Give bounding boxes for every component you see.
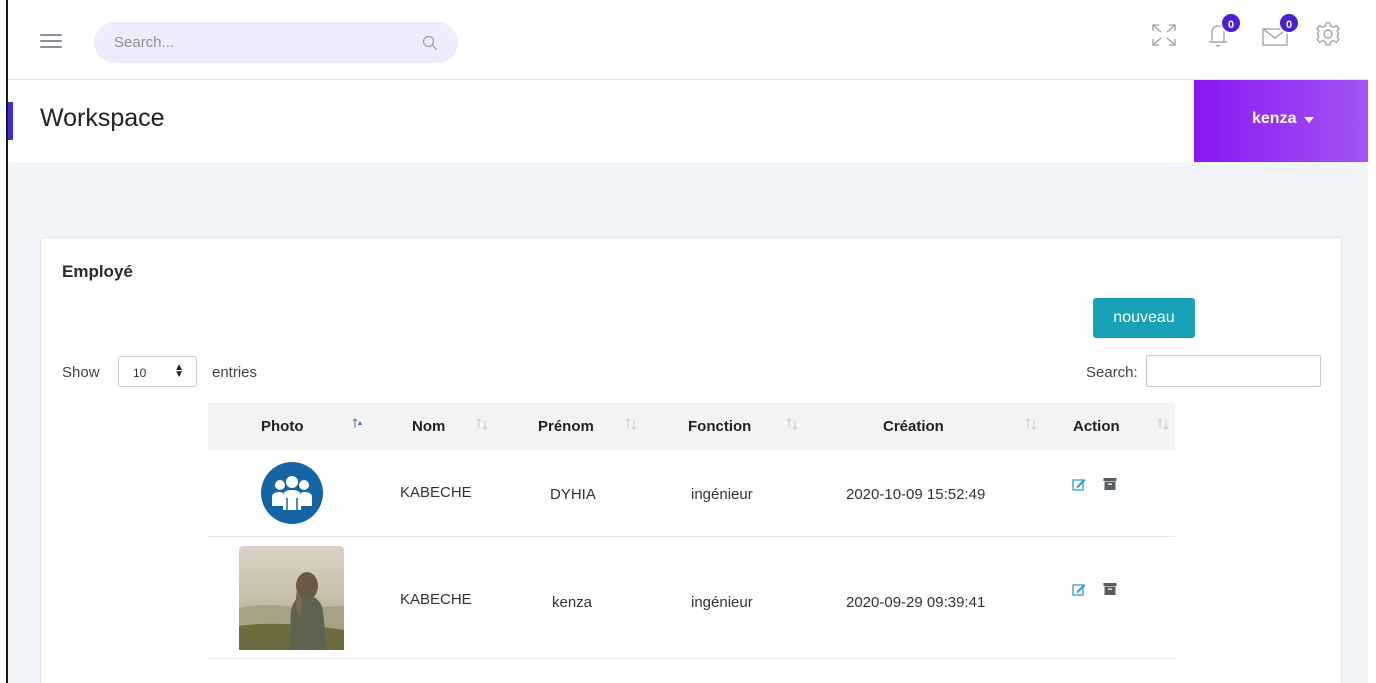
archive-icon[interactable] [1103,477,1117,491]
hamburger-menu-icon[interactable] [40,34,62,50]
edit-icon[interactable] [1072,582,1086,596]
global-search [94,22,458,63]
employee-card: Employé nouveau Show 10 ▲ ▼ entries Searc… [40,237,1342,683]
cell-fonction: ingénieur [691,486,753,503]
notifications-button[interactable]: 0 [1204,12,1242,50]
edit-icon[interactable] [1072,477,1086,491]
entries-label: entries [212,364,258,381]
select-arrows-icon: ▲ ▼ [174,362,184,380]
gear-icon[interactable] [1314,20,1342,48]
cell-creation: 2020-09-29 09:39:41 [846,594,986,611]
title-accent-bar [8,102,13,140]
cell-prenom: kenza [552,594,593,611]
column-header-fonction: Fonction [688,418,752,435]
sort-both-icon [1025,418,1037,430]
table-row: KABECHE kenza ingénieur 2020-09-29 09:39… [208,537,1175,659]
caret-down-icon [1304,117,1314,123]
page-length-value: 10 [133,366,147,380]
user-menu-button[interactable]: kenza [1194,80,1368,162]
sort-both-icon [1157,418,1169,430]
column-header-nom: Nom [412,418,446,435]
column-header-action: Action [1073,418,1120,435]
messages-button[interactable]: 0 [1260,12,1300,50]
column-header-creation: Création [883,418,944,435]
card-title: Employé [62,262,133,281]
global-search-input[interactable] [114,22,414,63]
column-header-photo: Photo [261,418,304,435]
search-icon[interactable] [422,35,438,51]
cell-creation: 2020-10-09 15:52:49 [846,486,986,503]
notifications-badge: 0 [1220,12,1242,34]
page-title: Workspace [40,104,165,132]
table-row: KABECHE DYHIA ingénieur 2020-10-09 15:52… [208,450,1175,537]
table-search-label: Search: [1086,364,1138,381]
fullscreen-icon[interactable] [1150,22,1178,48]
column-header-prenom: Prénom [538,418,594,435]
sort-asc-icon [352,418,362,428]
sort-both-icon [786,418,798,430]
cell-fonction: ingénieur [691,594,753,611]
cell-prenom: DYHIA [550,486,596,503]
show-label: Show [62,364,100,381]
th-nom[interactable]: Nom [378,403,503,450]
cell-nom: KABECHE [400,484,472,501]
main-content: Employé nouveau Show 10 ▲ ▼ entries Searc… [8,162,1368,683]
top-navbar: 0 0 [8,0,1368,80]
app-window: 0 0 Workspace kenza Employé nouveau Show [0,0,1376,683]
user-name: kenza [1252,110,1297,127]
th-creation[interactable]: Création [823,403,1053,450]
archive-icon[interactable] [1103,582,1117,596]
page-header: Workspace kenza [8,80,1368,162]
th-photo[interactable]: Photo [208,403,378,450]
cell-nom: KABECHE [400,591,472,608]
table-search-input[interactable] [1146,355,1321,387]
th-fonction[interactable]: Fonction [653,403,823,450]
th-prenom[interactable]: Prénom [503,403,653,450]
page-length-select[interactable]: 10 ▲ ▼ [118,356,197,387]
new-employee-button[interactable]: nouveau [1093,298,1195,338]
messages-badge: 0 [1278,12,1300,34]
th-action[interactable]: Action [1053,403,1175,450]
sort-both-icon [625,418,637,430]
table-header: Photo Nom Prénom Fonction Création Actio… [208,403,1175,450]
profile-photo [239,546,344,650]
sort-both-icon [476,418,488,430]
group-avatar-icon [261,462,323,524]
